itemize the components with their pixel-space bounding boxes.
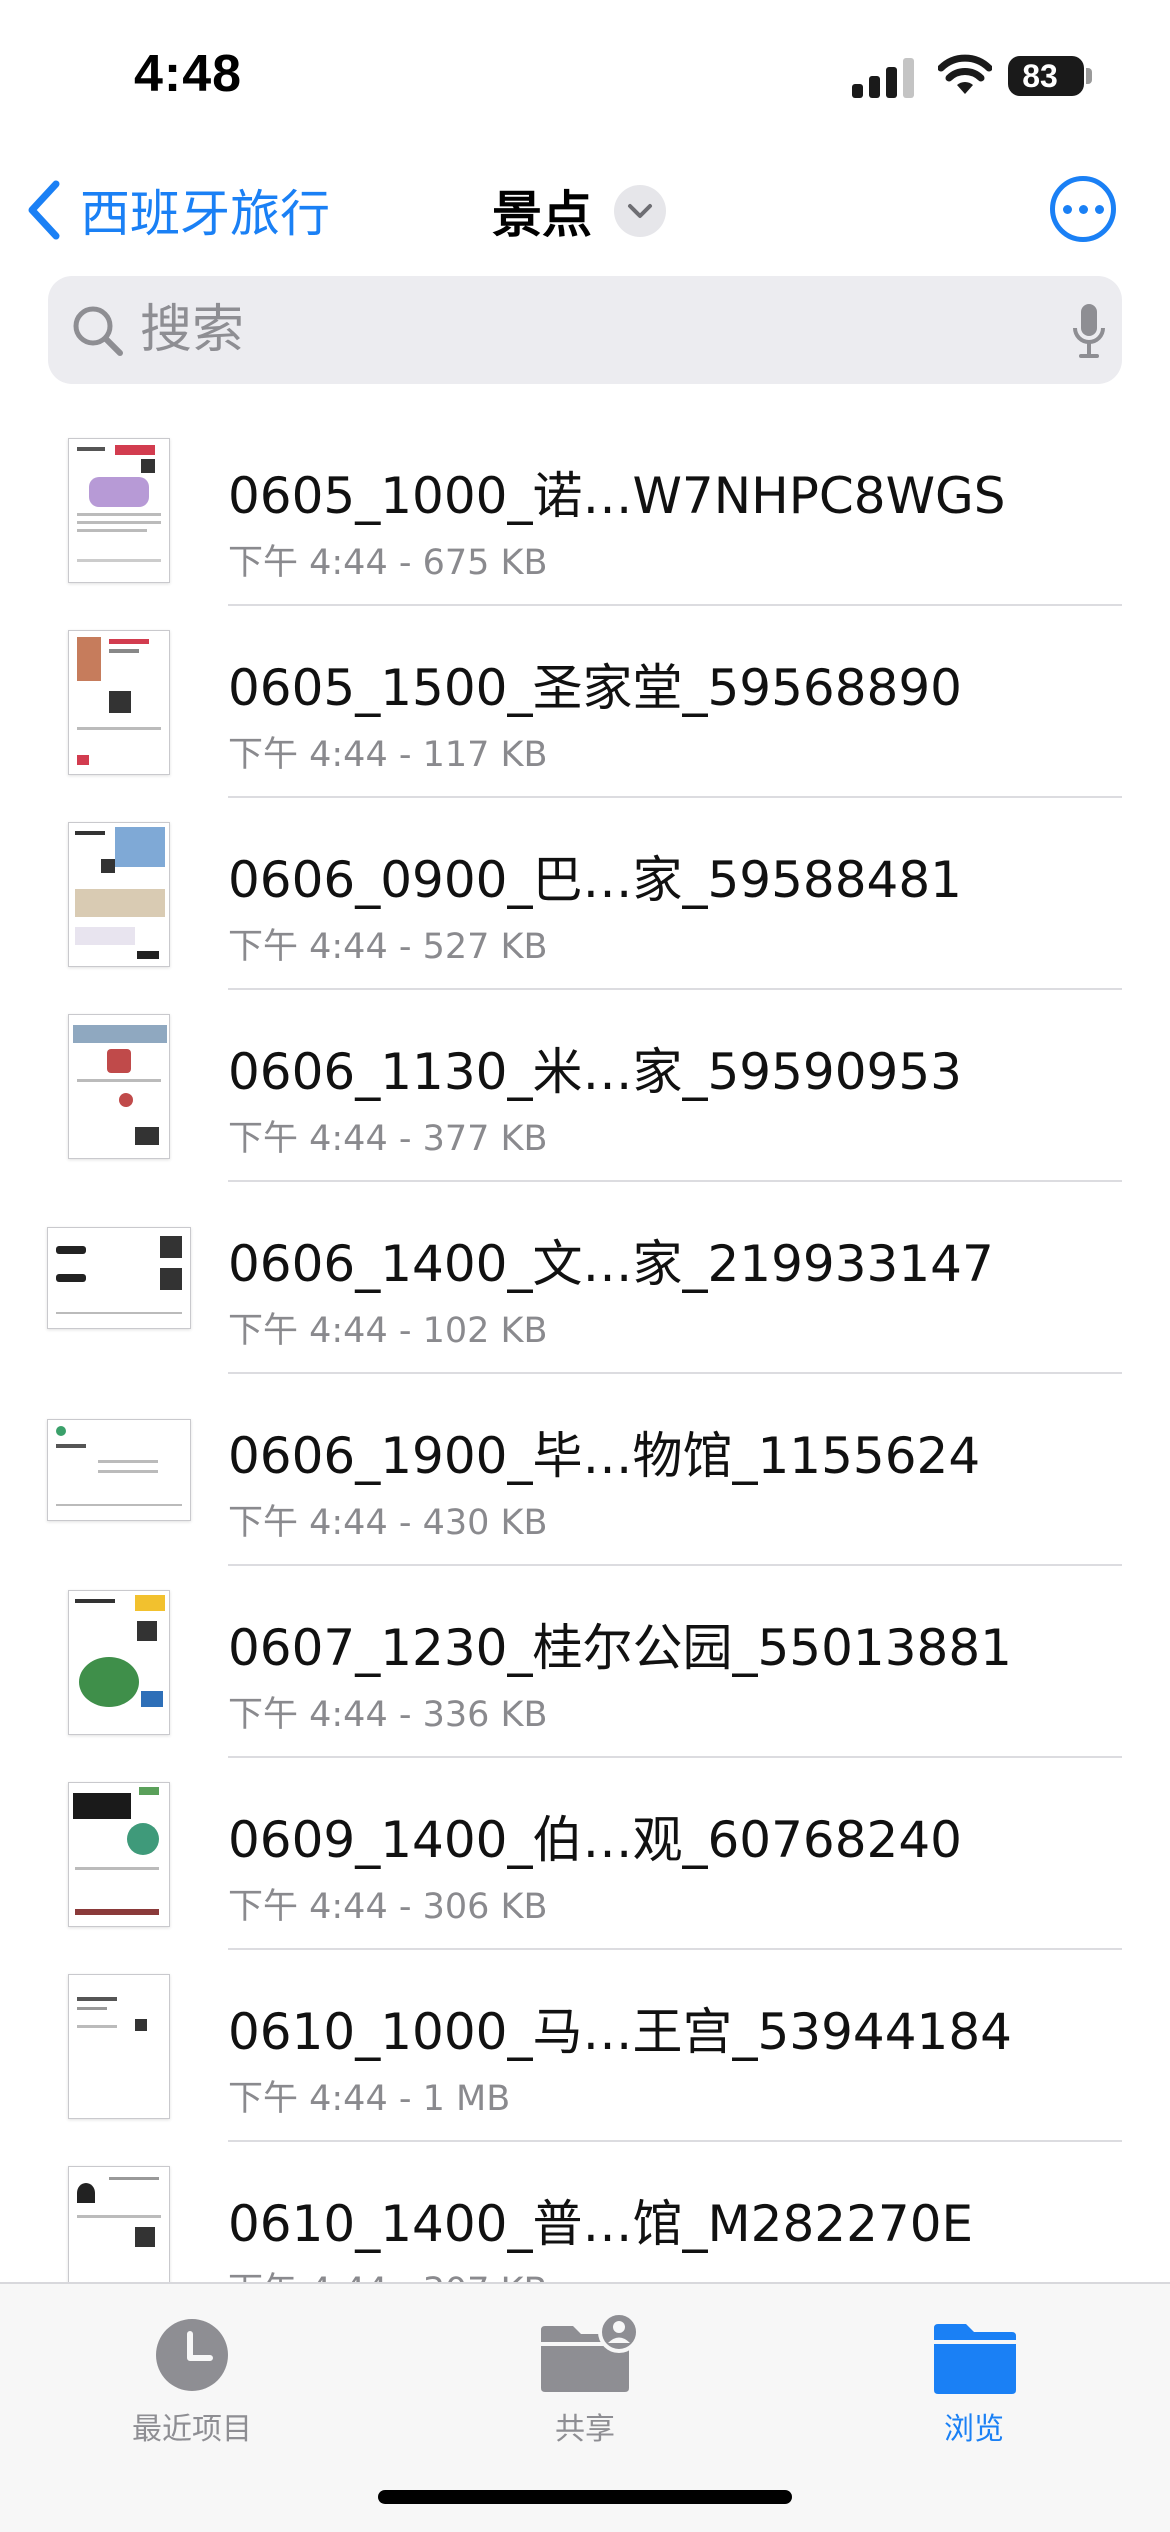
file-row[interactable]: 0605_1500_圣家堂_59568890 下午 4:44 - 117 KB [0, 606, 1170, 798]
document-thumbnail [68, 821, 170, 967]
file-name: 0605_1000_诺…W7NHPC8WGS [228, 467, 1006, 525]
navigation-bar: 西班牙旅行 景点 [0, 160, 1170, 255]
file-meta: 下午 4:44 - 1 MB [228, 2079, 511, 2119]
tab-label: 共享 [555, 2412, 615, 2447]
status-time: 4:48 [134, 45, 243, 103]
file-row[interactable]: 0609_1400_伯…观_60768240 下午 4:44 - 306 KB [0, 1758, 1170, 1950]
shared-folder-icon [541, 2312, 640, 2392]
folder-title-menu[interactable]: 景点 [492, 176, 666, 246]
cellular-signal-icon [852, 58, 914, 98]
document-thumbnail [68, 1013, 170, 1159]
microphone-icon[interactable] [1072, 302, 1106, 360]
file-meta: 下午 4:44 - 336 KB [228, 1695, 548, 1735]
folder-title: 景点 [492, 186, 592, 244]
file-name: 0610_1000_马…王宫_53944184 [228, 2003, 1012, 2061]
file-meta: 下午 4:44 - 306 KB [228, 1887, 548, 1927]
file-name: 0606_1400_文…家_219933147 [228, 1235, 994, 1293]
document-thumbnail [68, 1589, 170, 1735]
files-app-screen: 4:48 83 西班牙旅行 景点 搜索 0605_1000_诺…W7NHPC8W… [0, 0, 1170, 2532]
file-meta: 下午 4:44 - 102 KB [228, 1311, 548, 1351]
document-thumbnail [68, 1973, 170, 2119]
clock-icon [156, 2319, 228, 2391]
file-name: 0606_0900_巴…家_59588481 [228, 851, 962, 909]
search-input[interactable] [140, 276, 1020, 384]
file-meta: 下午 4:44 - 117 KB [228, 735, 548, 775]
document-thumbnail [68, 437, 170, 583]
file-name: 0606_1130_米…家_59590953 [228, 1043, 962, 1101]
file-row[interactable]: 0605_1000_诺…W7NHPC8WGS 下午 4:44 - 675 KB [0, 414, 1170, 606]
folder-icon [934, 2324, 1016, 2394]
file-meta: 下午 4:44 - 377 KB [228, 1119, 548, 1159]
status-bar: 4:48 83 [0, 0, 1170, 150]
file-name: 0610_1400_普…馆_M282270E [228, 2195, 974, 2253]
wifi-icon [938, 54, 992, 94]
home-indicator [378, 2490, 792, 2504]
tab-recents[interactable]: 最近项目 [42, 2304, 342, 2464]
chevron-down-icon [614, 185, 666, 237]
file-row[interactable]: 0610_1000_马…王宫_53944184 下午 4:44 - 1 MB [0, 1950, 1170, 2142]
file-name: 0607_1230_桂尔公园_55013881 [228, 1619, 1012, 1677]
tab-shared[interactable]: 共享 [435, 2304, 735, 2464]
back-button[interactable]: 西班牙旅行 [24, 170, 330, 250]
file-name: 0605_1500_圣家堂_59568890 [228, 659, 962, 717]
file-meta: 下午 4:44 - 675 KB [228, 543, 548, 583]
file-name: 0606_1900_毕…物馆_1155624 [228, 1427, 981, 1485]
search-icon [73, 306, 123, 356]
document-thumbnail [68, 1781, 170, 1927]
back-chevron-icon [28, 180, 60, 240]
file-name: 0609_1400_伯…观_60768240 [228, 1811, 962, 1869]
file-list: 0605_1000_诺…W7NHPC8WGS 下午 4:44 - 675 KB … [0, 414, 1170, 2334]
battery-icon: 83 [1008, 54, 1092, 98]
back-label: 西班牙旅行 [80, 185, 330, 243]
search-bar[interactable] [48, 276, 1122, 384]
tab-browse[interactable]: 浏览 [824, 2304, 1124, 2464]
file-row[interactable]: 0606_1900_毕…物馆_1155624 下午 4:44 - 430 KB [0, 1374, 1170, 1566]
file-row[interactable]: 0606_1130_米…家_59590953 下午 4:44 - 377 KB [0, 990, 1170, 1182]
document-thumbnail [47, 1227, 191, 1329]
battery-level: 83 [1022, 58, 1058, 94]
file-row[interactable]: 0607_1230_桂尔公园_55013881 下午 4:44 - 336 KB [0, 1566, 1170, 1758]
document-thumbnail [47, 1419, 191, 1521]
tab-label: 浏览 [944, 2412, 1004, 2447]
tab-label: 最近项目 [132, 2412, 252, 2447]
more-icon[interactable] [1050, 176, 1116, 242]
file-meta: 下午 4:44 - 527 KB [228, 927, 548, 967]
file-meta: 下午 4:44 - 430 KB [228, 1503, 548, 1543]
file-row[interactable]: 0606_1400_文…家_219933147 下午 4:44 - 102 KB [0, 1182, 1170, 1374]
document-thumbnail [68, 629, 170, 775]
file-row[interactable]: 0606_0900_巴…家_59588481 下午 4:44 - 527 KB [0, 798, 1170, 990]
